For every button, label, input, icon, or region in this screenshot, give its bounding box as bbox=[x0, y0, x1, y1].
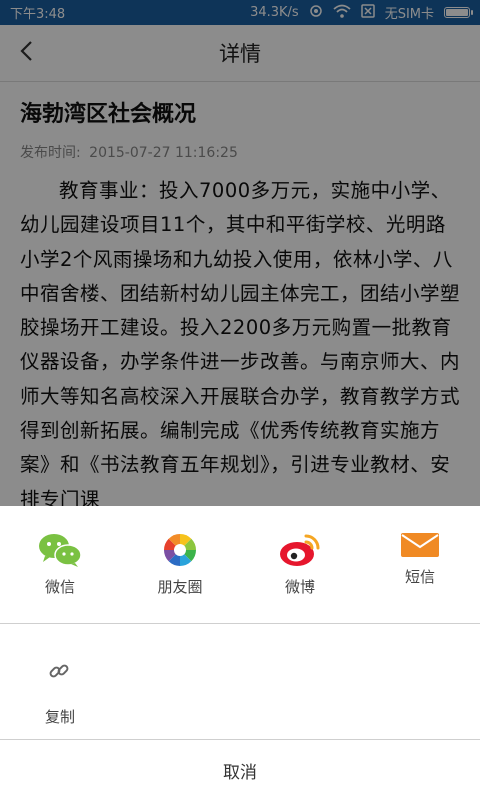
copy-link-button[interactable]: 复制 bbox=[20, 624, 100, 739]
share-weibo-button[interactable]: 微博 bbox=[240, 506, 360, 623]
share-sms-button[interactable]: 短信 bbox=[360, 506, 480, 623]
share-sheet: 微信 朋友圈 微博 短信 复制 取消 bbox=[0, 506, 480, 800]
share-wechat-button[interactable]: 微信 bbox=[0, 506, 120, 623]
link-icon bbox=[48, 660, 70, 686]
cancel-button[interactable]: 取消 bbox=[0, 740, 480, 800]
share-weibo-label: 微博 bbox=[284, 578, 315, 596]
sms-icon bbox=[400, 532, 440, 562]
copy-label: 复制 bbox=[44, 708, 75, 726]
share-moments-label: 朋友圈 bbox=[157, 578, 203, 596]
copy-row: 复制 bbox=[0, 624, 480, 740]
wechat-icon bbox=[37, 532, 83, 572]
moments-icon bbox=[162, 532, 198, 572]
weibo-icon bbox=[278, 532, 322, 572]
share-wechat-label: 微信 bbox=[44, 578, 75, 596]
share-sms-label: 短信 bbox=[404, 568, 435, 586]
share-targets-row: 微信 朋友圈 微博 短信 bbox=[0, 506, 480, 624]
share-moments-button[interactable]: 朋友圈 bbox=[120, 506, 240, 623]
